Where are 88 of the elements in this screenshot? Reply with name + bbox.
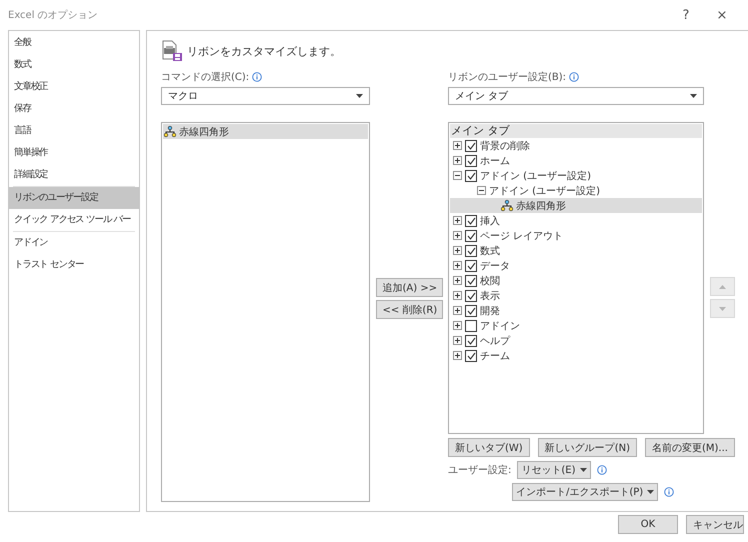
tree-item-label[interactable]: 数式	[480, 244, 500, 258]
checkbox[interactable]	[465, 214, 477, 226]
ribbon-dropdown[interactable]: メイン タブ	[448, 87, 704, 105]
command-label: 赤線四角形	[179, 126, 229, 138]
expand-icon[interactable]	[453, 141, 462, 150]
checkbox[interactable]	[465, 260, 477, 272]
reset-button[interactable]: リセット(E)	[517, 461, 590, 479]
ribbon-label: リボンのユーザー設定(B):	[448, 70, 566, 84]
up-arrow-icon	[718, 284, 726, 288]
checkbox[interactable]	[465, 304, 477, 316]
import-export-button[interactable]: インポート/エクスポート(P)	[512, 483, 658, 501]
customizations-label: ユーザー設定:	[448, 464, 512, 477]
command-label: 赤線四角形	[516, 200, 566, 212]
rename-button[interactable]: 名前の変更(M)...	[645, 438, 735, 457]
tree-item-label[interactable]: アドイン (ユーザー設定)	[480, 168, 591, 182]
expand-icon[interactable]	[453, 246, 462, 255]
ok-button[interactable]: OK	[618, 515, 678, 534]
new-tab-button[interactable]: 新しいタブ(W)	[448, 438, 530, 457]
command-item[interactable]: 赤線四角形	[163, 124, 368, 139]
checkbox[interactable]	[465, 140, 477, 152]
heading: リボンをカスタマイズします。	[187, 44, 341, 58]
expand-icon[interactable]	[453, 336, 462, 345]
expand-icon[interactable]	[453, 261, 462, 270]
close-button[interactable]: ×	[704, 8, 740, 22]
expand-icon[interactable]	[453, 231, 462, 240]
caret-icon	[647, 490, 654, 494]
sidebar-item[interactable]: 文章校正	[9, 76, 139, 98]
info-icon	[596, 465, 606, 475]
cancel-button[interactable]: キャンセル	[686, 515, 744, 534]
expand-icon[interactable]	[453, 276, 462, 285]
remove-button[interactable]: << 削除(R)	[376, 300, 442, 319]
collapse-icon[interactable]	[453, 171, 462, 180]
tree-item-label[interactable]: 表示	[480, 288, 500, 302]
macro-icon	[501, 200, 513, 211]
ribbon-customize-icon	[161, 40, 183, 62]
info-icon	[664, 487, 674, 497]
sidebar-item[interactable]: 保存	[9, 98, 139, 120]
tree-item-label[interactable]: データ	[480, 258, 510, 272]
commands-dropdown[interactable]: マクロ	[161, 87, 370, 105]
caret-icon	[356, 94, 363, 98]
sidebar-item[interactable]: 簡単操作	[9, 142, 139, 164]
sidebar-item[interactable]: 数式	[9, 54, 139, 76]
sidebar-item[interactable]: 言語	[9, 120, 139, 142]
expand-icon[interactable]	[453, 216, 462, 225]
checkbox[interactable]	[465, 290, 477, 302]
caret-icon	[580, 468, 586, 472]
tree-item-label[interactable]: ホーム	[480, 154, 510, 168]
tree-item-label[interactable]: チーム	[480, 348, 510, 362]
checkbox[interactable]	[465, 244, 477, 256]
sidebar-item[interactable]: リボンのユーザー設定	[9, 187, 139, 209]
sidebar-item[interactable]: クイック アクセス ツール バー	[9, 209, 139, 231]
new-group-button[interactable]: 新しいグループ(N)	[538, 438, 637, 457]
tree-item-label[interactable]: 開発	[480, 304, 500, 318]
info-icon	[252, 72, 262, 82]
down-arrow-icon	[718, 306, 726, 310]
expand-icon[interactable]	[453, 291, 462, 300]
help-button[interactable]: ?	[668, 8, 704, 22]
tree-item-label[interactable]: ヘルプ	[480, 334, 510, 348]
caret-icon	[690, 94, 697, 98]
tree-item-label[interactable]: アドイン	[480, 318, 520, 332]
tree-item-label[interactable]: 挿入	[480, 214, 500, 228]
checkbox[interactable]	[465, 274, 477, 286]
checkbox[interactable]	[465, 350, 477, 362]
sidebar-item[interactable]: 詳細設定	[9, 164, 139, 186]
tree-item-label[interactable]: 背景の削除	[480, 138, 530, 152]
sidebar-item[interactable]: トラスト センター	[9, 254, 139, 276]
sidebar-item[interactable]: 全般	[9, 32, 139, 54]
command-item[interactable]: 赤線四角形	[450, 198, 702, 213]
expand-icon[interactable]	[453, 321, 462, 330]
tree-item-label[interactable]: 校閲	[480, 274, 500, 288]
commands-label: コマンドの選択(C):	[161, 71, 250, 84]
checkbox[interactable]	[465, 154, 477, 166]
add-button[interactable]: 追加(A) >>	[376, 278, 442, 297]
expand-icon[interactable]	[453, 351, 462, 360]
tree-item-label[interactable]: ページ レイアウト	[480, 228, 564, 242]
checkbox[interactable]	[465, 334, 477, 346]
expand-icon[interactable]	[453, 306, 462, 315]
macro-icon	[164, 126, 176, 137]
checkbox[interactable]	[465, 320, 477, 332]
tree-item-label[interactable]: アドイン (ユーザー設定)	[489, 184, 600, 198]
info-icon	[569, 72, 580, 82]
tree-header: メイン タブ	[450, 124, 702, 138]
expand-icon[interactable]	[453, 156, 462, 165]
checkbox[interactable]	[465, 170, 477, 182]
window-title: Excel のオプション	[8, 8, 99, 22]
sidebar-item[interactable]: アドイン	[9, 232, 139, 254]
checkbox[interactable]	[465, 230, 477, 242]
collapse-icon[interactable]	[477, 186, 486, 195]
